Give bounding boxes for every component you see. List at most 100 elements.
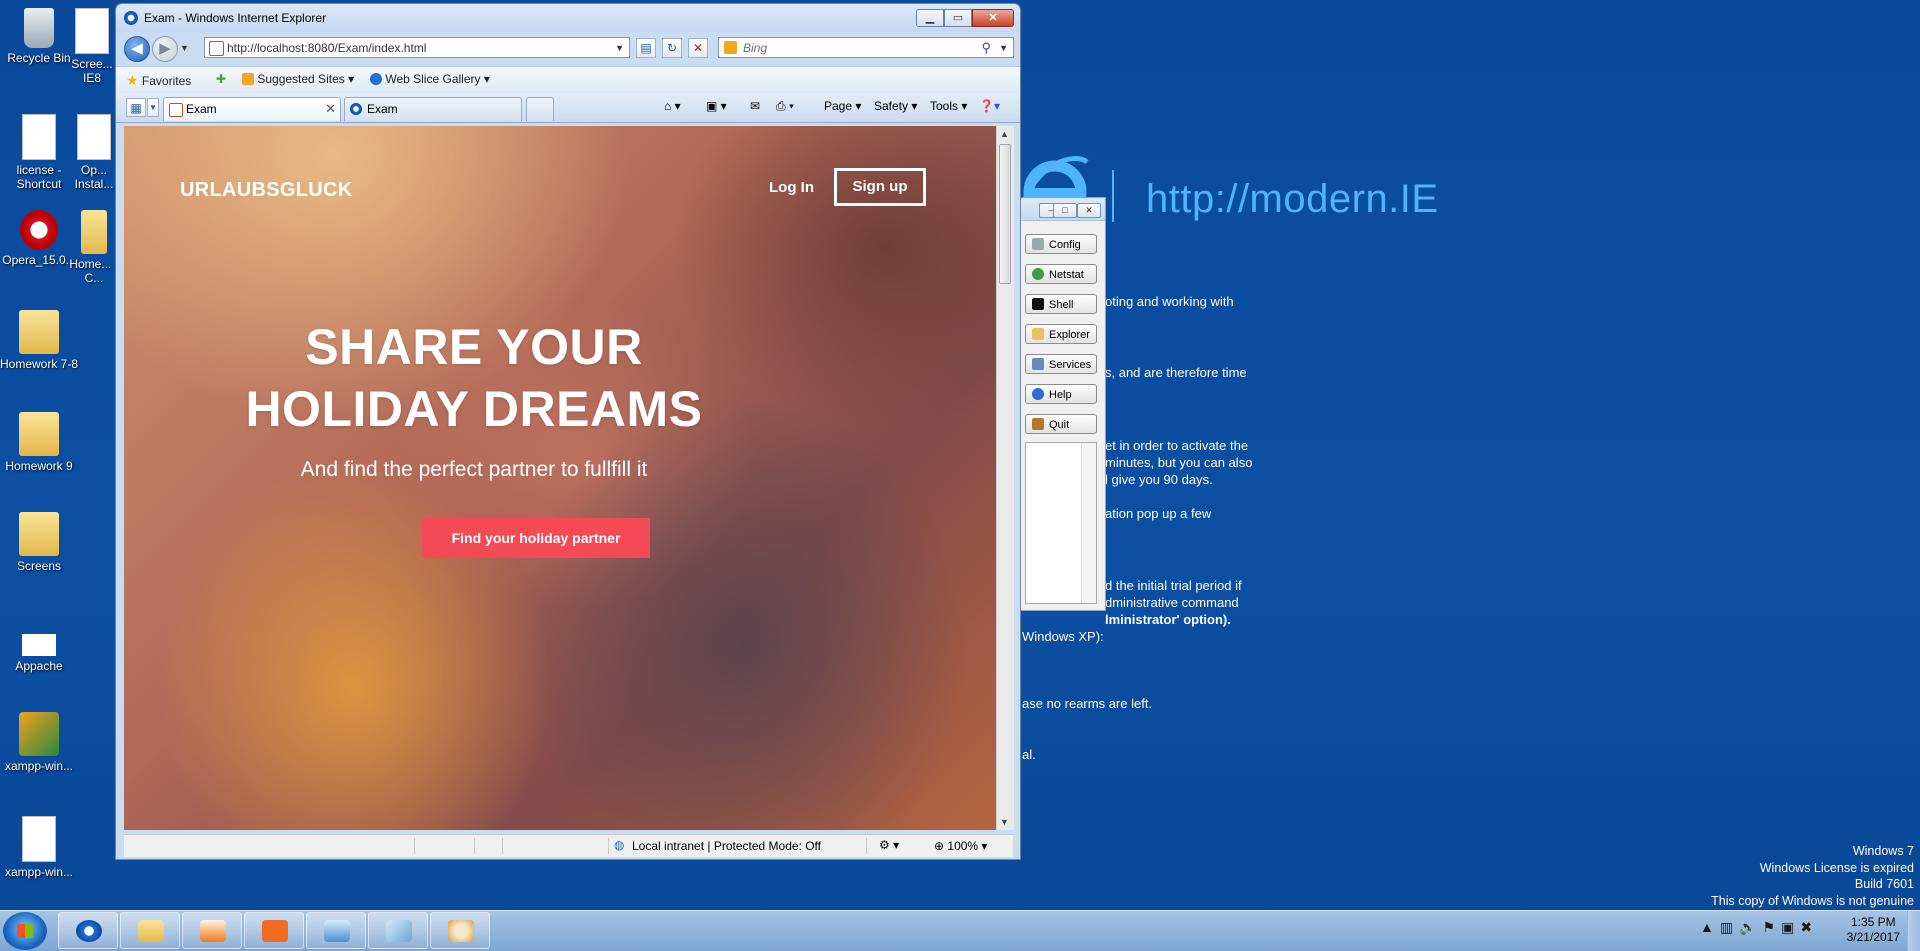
bg-text-line: lministrator' option). <box>1105 612 1231 627</box>
network-icon <box>324 920 350 942</box>
terminal-icon <box>1032 298 1044 310</box>
desktop-folder-shortcut[interactable]: Home... - C... <box>68 210 120 285</box>
desktop-installer-icon[interactable]: Op... Instal... <box>68 114 120 191</box>
stop-icon[interactable]: ✕ <box>688 38 708 58</box>
maximize-button[interactable]: ▭ <box>944 9 972 27</box>
site-brand[interactable]: URLAUBSGLUCK <box>180 179 352 202</box>
appache-shortcut[interactable]: Appache <box>0 620 83 673</box>
desktop-icon-label: Homework 7-8 <box>0 357 79 371</box>
forward-button[interactable]: ▶ <box>152 36 178 62</box>
tray-app-icon[interactable]: ▥ <box>1720 919 1739 935</box>
favorites-bar: ★ Favorites ✚ Suggested Sites ▾ Web Slic… <box>116 66 1020 94</box>
desktop-icon-label: xampp-win... <box>4 759 74 773</box>
scroll-up-icon[interactable]: ▲ <box>1000 129 1009 139</box>
search-placeholder: Bing <box>743 41 768 55</box>
network-tray-icon[interactable]: ▣ <box>1781 919 1800 935</box>
xampp-installer-icon[interactable]: xampp-win... <box>0 712 83 773</box>
explorer-button[interactable]: Explorer <box>1025 324 1097 344</box>
button-label: Shell <box>1049 299 1074 311</box>
taskbar-paint-button[interactable] <box>430 912 490 949</box>
close-button[interactable]: ✕ <box>972 9 1014 27</box>
page-scrollbar[interactable]: ▲ ▼ <box>996 126 1014 830</box>
home-icon[interactable]: ⌂ ▾ <box>664 99 681 113</box>
back-button[interactable]: ◀ <box>124 36 150 62</box>
search-icon[interactable]: ⚲ <box>981 38 991 58</box>
tab-exam[interactable]: Exam <box>344 97 522 121</box>
xampp-icon <box>262 920 288 942</box>
button-label: Explorer <box>1049 329 1090 341</box>
read-mail-icon[interactable]: ✉ <box>750 99 760 113</box>
address-dropdown-icon[interactable]: ▼ <box>615 38 624 58</box>
wrench-icon <box>1032 238 1044 250</box>
bg-text-line: d the initial trial period if <box>1105 578 1242 593</box>
taskbar-ie-button[interactable] <box>58 912 118 949</box>
suggested-sites-button[interactable]: Suggested Sites ▾ <box>242 72 354 86</box>
protected-mode-icon[interactable]: ⚙ ▾ <box>879 838 899 852</box>
show-desktop-button[interactable] <box>1907 911 1920 951</box>
taskbar-network-button[interactable] <box>306 912 366 949</box>
tab-list-dropdown-icon[interactable]: ▼ <box>147 98 159 117</box>
minimize-button[interactable]: ▁ <box>916 9 944 27</box>
bg-text-line: al. <box>1022 747 1036 762</box>
taskbar-app-button[interactable] <box>368 912 428 949</box>
tab-exam-active[interactable]: Exam ✕ <box>163 97 341 121</box>
signup-button[interactable]: Sign up <box>834 168 926 206</box>
scroll-down-icon[interactable]: ▼ <box>1000 817 1009 827</box>
status-divider <box>502 838 503 854</box>
refresh-icon[interactable]: ↻ <box>662 38 682 58</box>
add-favorite-icon[interactable]: ✚ <box>216 72 226 86</box>
login-link[interactable]: Log In <box>769 179 814 196</box>
panel-close-button[interactable]: ✕ <box>1077 203 1101 218</box>
history-dropdown-icon[interactable]: ▼ <box>180 43 189 53</box>
config-button[interactable]: Config <box>1025 234 1097 254</box>
taskbar-xampp-button[interactable] <box>244 912 304 949</box>
desktop-icon-label: Opera_15.0... <box>2 253 76 267</box>
new-tab-button[interactable] <box>526 97 554 121</box>
system-tray[interactable]: ▲▥🔈⚑▣✖ <box>1700 919 1818 936</box>
search-box[interactable]: Bing ⚲ ▼ <box>718 37 1014 58</box>
tab-close-icon[interactable]: ✕ <box>325 98 336 120</box>
shell-button[interactable]: Shell <box>1025 294 1097 314</box>
screens-folder[interactable]: Screens <box>0 512 83 573</box>
tab-label: Exam <box>186 102 217 116</box>
security-zone[interactable]: Local intranet | Protected Mode: Off <box>632 839 821 853</box>
quit-button[interactable]: Quit <box>1025 414 1097 434</box>
netstat-button[interactable]: Netstat <box>1025 264 1097 284</box>
web-slice-gallery-button[interactable]: Web Slice Gallery ▾ <box>370 72 490 86</box>
show-hidden-icons-icon[interactable]: ▲ <box>1700 919 1720 935</box>
output-list[interactable] <box>1025 442 1097 604</box>
find-partner-button[interactable]: Find your holiday partner <box>422 518 650 558</box>
hero-title-line: SHARE YOUR <box>305 319 643 375</box>
desktop-shortcut-ie8[interactable]: Scree... IE8 <box>62 8 122 85</box>
xampp-file-icon[interactable]: xampp-win... <box>0 816 83 879</box>
site-favicon-icon <box>169 103 183 117</box>
scroll-thumb[interactable] <box>999 144 1011 284</box>
taskbar-explorer-button[interactable] <box>120 912 180 949</box>
homework-7-8-folder[interactable]: Homework 7-8 <box>0 310 83 371</box>
homework-9-folder[interactable]: Homework 9 <box>0 412 83 473</box>
help-menu-icon[interactable]: ❓▾ <box>979 99 1000 113</box>
taskbar-media-player-button[interactable] <box>182 912 242 949</box>
address-bar[interactable]: http://localhost:8080/Exam/index.html ▼ <box>204 37 630 58</box>
panel-maximize-button[interactable]: □ <box>1053 203 1077 218</box>
warning-icon[interactable]: ✖ <box>1800 919 1818 935</box>
page-menu[interactable]: Page ▾ <box>824 99 861 113</box>
bg-text-line: ase no rearms are left. <box>1022 696 1153 711</box>
zoom-level[interactable]: ⊕ 100% ▾ <box>934 839 987 853</box>
start-button[interactable] <box>3 912 47 950</box>
clock[interactable]: 1:35 PM 3/21/2017 <box>1847 915 1900 945</box>
services-button[interactable]: Services <box>1025 354 1097 374</box>
favorites-button[interactable]: ★ Favorites <box>126 72 191 89</box>
safety-menu[interactable]: Safety ▾ <box>874 99 917 113</box>
tools-menu[interactable]: Tools ▾ <box>930 99 967 113</box>
button-label: Services <box>1049 359 1092 371</box>
quick-tabs-icon[interactable]: ▦ <box>126 98 146 117</box>
search-dropdown-icon[interactable]: ▼ <box>999 38 1008 58</box>
compatibility-view-icon[interactable]: ▤ <box>636 38 656 58</box>
list-scrollbar[interactable] <box>1081 443 1096 603</box>
print-icon[interactable]: ⎙ ▾ <box>776 99 794 114</box>
volume-icon[interactable]: 🔈 <box>1739 919 1762 935</box>
action-center-icon[interactable]: ⚑ <box>1763 919 1782 935</box>
help-button[interactable]: Help <box>1025 384 1097 404</box>
feeds-icon[interactable]: ▣ ▾ <box>706 99 727 113</box>
